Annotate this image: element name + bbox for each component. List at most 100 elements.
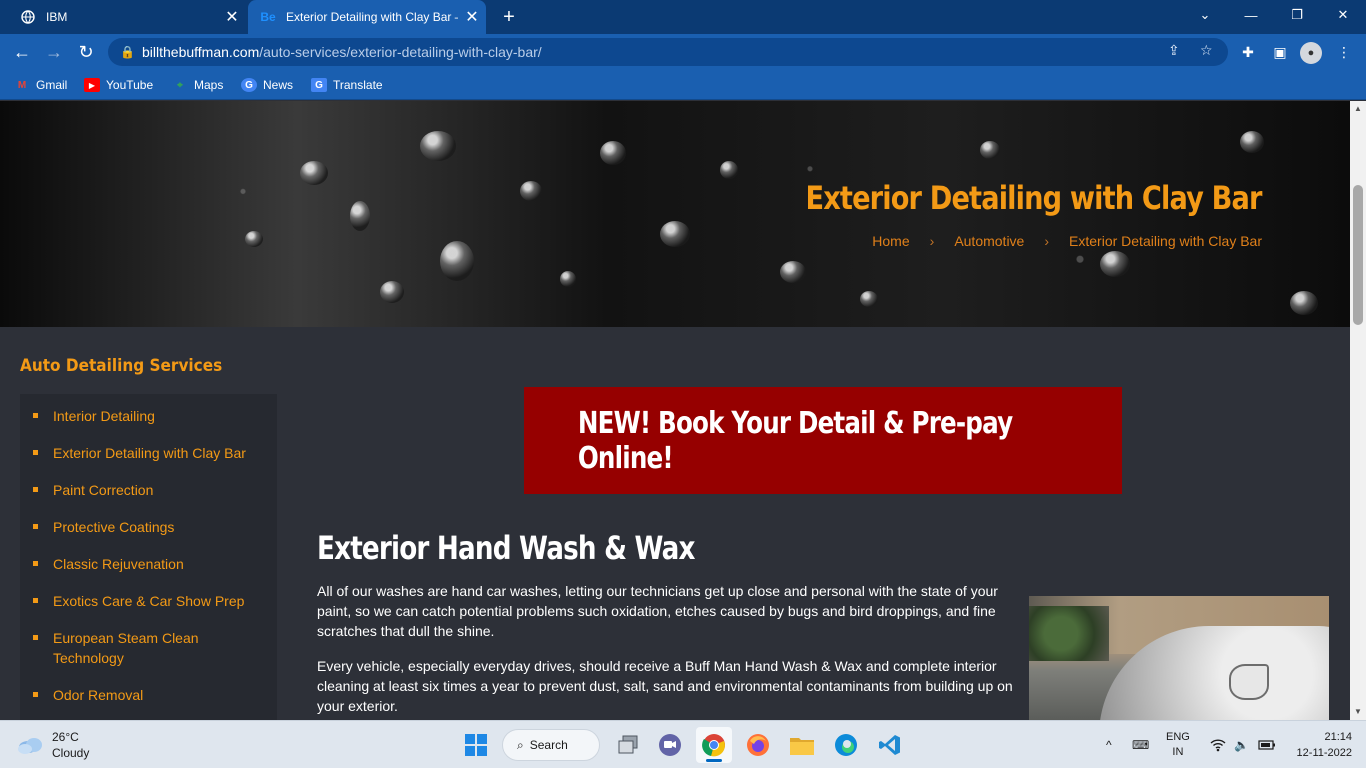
water-drop [560,271,576,287]
extensions-icon[interactable]: ✚ [1236,40,1260,64]
share-icon[interactable]: ⇪ [1168,42,1180,59]
water-drop [245,231,263,247]
foam-car-image [1029,596,1329,720]
wifi-icon[interactable] [1210,721,1226,768]
breadcrumb-current: Exterior Detailing with Clay Bar [1069,233,1262,249]
breadcrumb-separator: › [929,233,935,249]
sidebar-item-label: Interior Detailing [53,408,155,424]
breadcrumb: Home › Automotive › Exterior Detailing w… [872,233,1262,249]
page-viewport: Exterior Detailing with Clay Bar Home › … [0,101,1366,720]
water-drop [720,161,738,179]
battery-icon[interactable] [1258,721,1276,768]
show-hidden-icons[interactable]: ^ [1106,721,1112,768]
menu-icon[interactable]: ⋮ [1332,40,1356,64]
back-button[interactable]: ← [10,40,34,64]
image-garden [1029,606,1109,661]
forward-button[interactable]: → [42,40,66,64]
vscode-icon[interactable] [872,727,908,763]
bookmark-youtube[interactable]: ▶ YouTube [84,76,153,94]
water-drop [1290,291,1318,315]
paragraph-every-vehicle: Every vehicle, especially everyday drive… [317,658,1013,714]
keyboard-icon[interactable]: ⌨ [1132,721,1149,768]
bookmark-translate[interactable]: G Translate [311,76,383,94]
bookmark-label: Maps [194,78,224,92]
task-view-icon[interactable] [610,727,646,763]
bookmark-label: YouTube [106,78,154,92]
section-heading: Exterior Hand Wash & Wax [317,529,695,567]
globe-icon [20,9,36,25]
file-explorer-icon[interactable] [784,727,820,763]
behance-icon: Be [260,10,276,24]
breadcrumb-separator: › [1044,233,1050,249]
tab-title: IBM [46,10,68,24]
sidebar-item-protective-coatings[interactable]: Protective Coatings [20,511,277,548]
bookmark-news[interactable]: G News [241,76,293,94]
sidebar-item-exterior-detailing[interactable]: Exterior Detailing with Clay Bar [20,437,277,474]
firefox-icon[interactable] [740,727,776,763]
book-online-button[interactable]: NEW! Book Your Detail & Pre-pay Online! [524,387,1122,494]
sidebar-item-odor-removal[interactable]: Odor Removal [20,679,277,716]
sidebar-item-label: Odor Removal [53,687,144,703]
system-clock[interactable]: 21:14 12-11-2022 [1297,729,1352,761]
sidebar-item-european-steam-clean[interactable]: European Steam Clean Technology [20,622,277,679]
bookmark-gmail[interactable]: M Gmail [14,76,68,94]
chrome-icon[interactable] [696,727,732,763]
browser-toolbar: ← → ↻ 🔒 billthebuffman.com/auto-services… [0,34,1366,70]
sidebar-item-interior-detailing[interactable]: Interior Detailing [20,400,277,437]
search-label: Search [529,738,568,752]
start-button[interactable] [458,727,494,763]
breadcrumb-automotive[interactable]: Automotive [954,233,1024,249]
profile-avatar[interactable]: ● [1300,42,1322,64]
sidebar-item-label: Protective Coatings [53,519,175,535]
address-bar[interactable]: 🔒 billthebuffman.com/auto-services/exter… [108,38,1228,66]
water-drop [1240,131,1264,153]
breadcrumb-home[interactable]: Home [872,233,909,249]
translate-icon: G [311,78,327,92]
bookmark-maps[interactable]: ⌖ Maps [172,76,223,94]
scroll-up-icon[interactable]: ▲ [1350,101,1366,117]
paragraph-hand-wash: All of our washes are hand car washes, l… [317,583,998,639]
bullet-icon [33,635,38,640]
side-panel-icon[interactable]: ▣ [1268,40,1292,64]
minimize-button[interactable]: — [1228,0,1274,30]
news-icon: G [241,78,257,92]
bullet-icon [33,413,38,418]
water-drop [780,261,806,283]
clock-date: 12-11-2022 [1296,747,1352,759]
bookmark-label: Translate [333,78,383,92]
restore-button[interactable]: ❐ [1274,0,1320,30]
new-tab-button[interactable]: + [496,4,522,30]
tab-exterior-detailing[interactable]: Be Exterior Detailing with Clay Bar – ✕ [248,0,486,34]
tab-strip: IBM ✕ Be Exterior Detailing with Clay Ba… [0,0,1366,34]
edge-icon[interactable] [828,727,864,763]
page-scrollbar[interactable]: ▲ ▼ [1350,101,1366,720]
region-code: IN [1172,746,1184,758]
weather-widget[interactable]: 26°C Cloudy [16,729,89,761]
bullet-icon [33,524,38,529]
bookmark-star-icon[interactable]: ☆ [1200,42,1213,59]
language-indicator[interactable]: ENG IN [1166,721,1190,768]
sidebar-item-paint-correction[interactable]: Paint Correction [20,474,277,511]
bookmark-label: News [263,78,294,92]
close-tab-icon[interactable]: ✕ [218,7,246,27]
sidebar-title: Auto Detailing Services [20,356,223,376]
scroll-thumb[interactable] [1353,185,1363,325]
close-tab-icon[interactable]: ✕ [458,7,486,27]
scroll-down-icon[interactable]: ▼ [1350,704,1366,720]
sidebar: Auto Detailing Services Interior Detaili… [20,356,280,720]
taskbar-search[interactable]: ⌕ Search [502,729,600,761]
tab-search-icon[interactable]: ⌄ [1182,0,1228,30]
bullet-icon [33,692,38,697]
tab-ibm[interactable]: IBM ✕ [8,0,246,34]
sidebar-item-classic-rejuvenation[interactable]: Classic Rejuvenation [20,548,277,585]
bookmarks-bar: M Gmail ▶ YouTube ⌖ Maps G News G Transl… [0,70,1366,100]
clock-time: 21:14 [1324,731,1352,743]
water-drop [300,161,328,185]
water-drop [420,131,456,161]
teams-chat-icon[interactable] [652,727,688,763]
sidebar-item-exotics-care[interactable]: Exotics Care & Car Show Prep [20,585,277,622]
water-drop [600,141,626,165]
volume-icon[interactable]: 🔈 [1234,721,1249,768]
reload-button[interactable]: ↻ [74,40,98,64]
close-window-button[interactable]: ✕ [1320,0,1366,30]
